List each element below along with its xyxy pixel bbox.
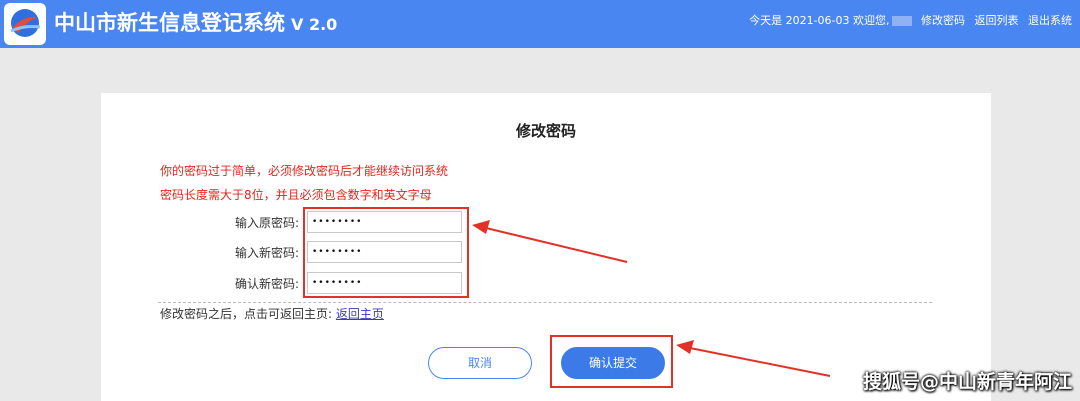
arrow-to-inputs bbox=[472, 220, 628, 263]
watermark-text: 搜狐号@中山新青年阿江 bbox=[862, 371, 1072, 393]
annotation-arrows bbox=[472, 220, 831, 377]
arrow-to-submit bbox=[676, 340, 831, 377]
